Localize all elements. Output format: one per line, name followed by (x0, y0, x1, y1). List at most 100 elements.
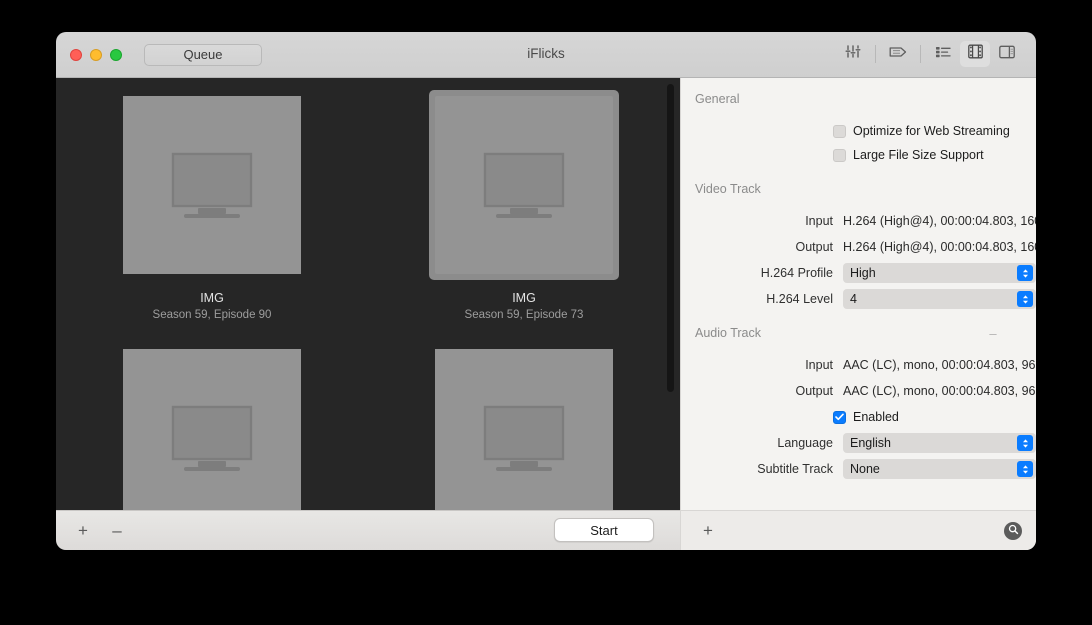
language-select[interactable]: English (843, 433, 1036, 453)
thumbnail-placeholder (435, 96, 613, 274)
audio-input-label: Input (805, 358, 833, 372)
library-item-subtitle: Season 59, Episode 73 (464, 309, 584, 321)
add-track-button[interactable]: + (691, 517, 725, 545)
toolbar-button-metadata-list[interactable] (928, 41, 958, 67)
large-file-size-support-label: Large File Size Support (853, 148, 984, 162)
thumbnail-frame[interactable] (117, 90, 307, 280)
video-input-row: Input H.264 (High@4), 00:00:04.803, 1604… (681, 210, 1036, 232)
h264-profile-row: H.264 Profile High (681, 262, 1036, 284)
library-item[interactable]: IMG Season 59, Episode 73 (368, 90, 680, 343)
start-button[interactable]: Start (554, 518, 654, 542)
sidebar-panel-icon (999, 45, 1015, 64)
subtitle-track-select[interactable]: None (843, 459, 1036, 479)
film-strip-icon (967, 44, 983, 64)
video-output-label: Output (795, 240, 833, 254)
h264-level-label: H.264 Level (766, 292, 833, 306)
thumbnail-frame[interactable] (117, 343, 307, 533)
section-title: General (695, 92, 740, 106)
optimize-web-streaming-label: Optimize for Web Streaming (853, 124, 1010, 138)
remove-audio-track-button[interactable]: – (984, 326, 1002, 340)
audio-output-value: AAC (LC), mono, 00:00:04.803, 96kb… (843, 384, 1036, 398)
chevron-updown-icon[interactable] (1017, 265, 1033, 281)
list-icon (935, 45, 951, 64)
thumbnail-frame[interactable] (429, 343, 619, 533)
audio-input-value: AAC (LC), mono, 00:00:04.803, 96kb… (843, 358, 1036, 372)
inspector-bottom-bar: + (680, 510, 1036, 550)
h264-level-value: 4 (850, 292, 857, 306)
large-file-size-support-row[interactable]: Large File Size Support (681, 144, 1036, 166)
audio-input-row: Input AAC (LC), mono, 00:00:04.803, 96kb… (681, 354, 1036, 376)
language-label: Language (777, 436, 833, 450)
h264-profile-value: High (850, 266, 876, 280)
language-row: Language English (681, 432, 1036, 454)
audio-output-label: Output (795, 384, 833, 398)
h264-profile-select[interactable]: High (843, 263, 1036, 283)
thumbnail-placeholder (123, 349, 301, 527)
audio-output-row: Output AAC (LC), mono, 00:00:04.803, 96k… (681, 380, 1036, 402)
section-title: Audio Track (695, 326, 762, 340)
traffic-lights (70, 48, 122, 61)
minimize-window-button[interactable] (90, 48, 102, 61)
tag-icon (889, 45, 908, 64)
magnifier-icon (1008, 522, 1019, 540)
inspector-pane: General Optimize for Web Streaming Large… (680, 78, 1036, 550)
library-item-subtitle: Season 59, Episode 90 (152, 309, 272, 321)
tv-icon (483, 152, 565, 218)
tv-icon (483, 405, 565, 471)
toolbar-button-video[interactable] (960, 41, 990, 67)
language-value: English (850, 436, 891, 450)
close-window-button[interactable] (70, 48, 82, 61)
maximize-window-button[interactable] (110, 48, 122, 61)
checkmark-icon (835, 413, 844, 421)
subtitle-track-label: Subtitle Track (757, 462, 833, 476)
library-grid-pane: IMG Season 59, Episode 90 IMG Season 59,… (56, 78, 680, 550)
thumbnail-frame-selected[interactable] (429, 90, 619, 280)
app-window: Queue iFlicks IMG Season 59, Episode 90 … (56, 32, 1036, 550)
toolbar-button-toggle-sidebar[interactable] (992, 41, 1022, 67)
add-item-button[interactable]: + (66, 517, 100, 545)
optimize-web-streaming-row[interactable]: Optimize for Web Streaming (681, 120, 1036, 142)
chevron-updown-icon[interactable] (1017, 461, 1033, 477)
h264-profile-label: H.264 Profile (760, 266, 833, 280)
toolbar (838, 41, 1022, 67)
section-header-audio-track: Audio Track – (681, 324, 1036, 342)
thumbnail-placeholder (435, 349, 613, 527)
adjustments-icon (845, 44, 861, 64)
tv-icon (171, 152, 253, 218)
h264-level-select[interactable]: 4 (843, 289, 1036, 309)
subtitle-track-row: Subtitle Track None (681, 458, 1036, 480)
toolbar-divider (875, 45, 876, 63)
toolbar-divider (920, 45, 921, 63)
video-output-value: H.264 (High@4), 00:00:04.803, 1604… (843, 240, 1036, 254)
library-item-title: IMG (200, 291, 224, 305)
title-bar: Queue iFlicks (56, 32, 1036, 78)
h264-level-row: H.264 Level 4 (681, 288, 1036, 310)
library-item-title: IMG (512, 291, 536, 305)
chevron-updown-icon[interactable] (1017, 291, 1033, 307)
library-grid: IMG Season 59, Episode 90 IMG Season 59,… (56, 78, 680, 550)
tv-icon (171, 405, 253, 471)
optimize-web-streaming-checkbox[interactable] (833, 124, 846, 138)
chevron-updown-icon[interactable] (1017, 435, 1033, 451)
toolbar-button-adjustments[interactable] (838, 41, 868, 67)
section-header-video-track: Video Track (681, 180, 1036, 198)
search-button[interactable] (1004, 522, 1022, 540)
large-file-size-support-checkbox[interactable] (833, 148, 846, 162)
library-bottom-bar: + – Start (56, 510, 680, 550)
library-scrollbar-thumb[interactable] (667, 84, 674, 392)
subtitle-track-value: None (850, 462, 880, 476)
remove-item-button[interactable]: – (100, 517, 134, 545)
queue-button[interactable]: Queue (144, 43, 262, 66)
section-header-general: General (681, 90, 1036, 108)
toolbar-button-tags[interactable] (883, 41, 913, 67)
audio-enabled-label: Enabled (853, 410, 899, 424)
main-content: IMG Season 59, Episode 90 IMG Season 59,… (56, 78, 1036, 550)
section-title: Video Track (695, 182, 761, 196)
video-input-label: Input (805, 214, 833, 228)
library-item[interactable]: IMG Season 59, Episode 90 (56, 90, 368, 343)
video-output-row: Output H.264 (High@4), 00:00:04.803, 160… (681, 236, 1036, 258)
audio-enabled-row[interactable]: Enabled (681, 406, 1036, 428)
audio-enabled-checkbox[interactable] (833, 410, 846, 424)
video-input-value: H.264 (High@4), 00:00:04.803, 1604… (843, 214, 1036, 228)
thumbnail-placeholder (123, 96, 301, 274)
